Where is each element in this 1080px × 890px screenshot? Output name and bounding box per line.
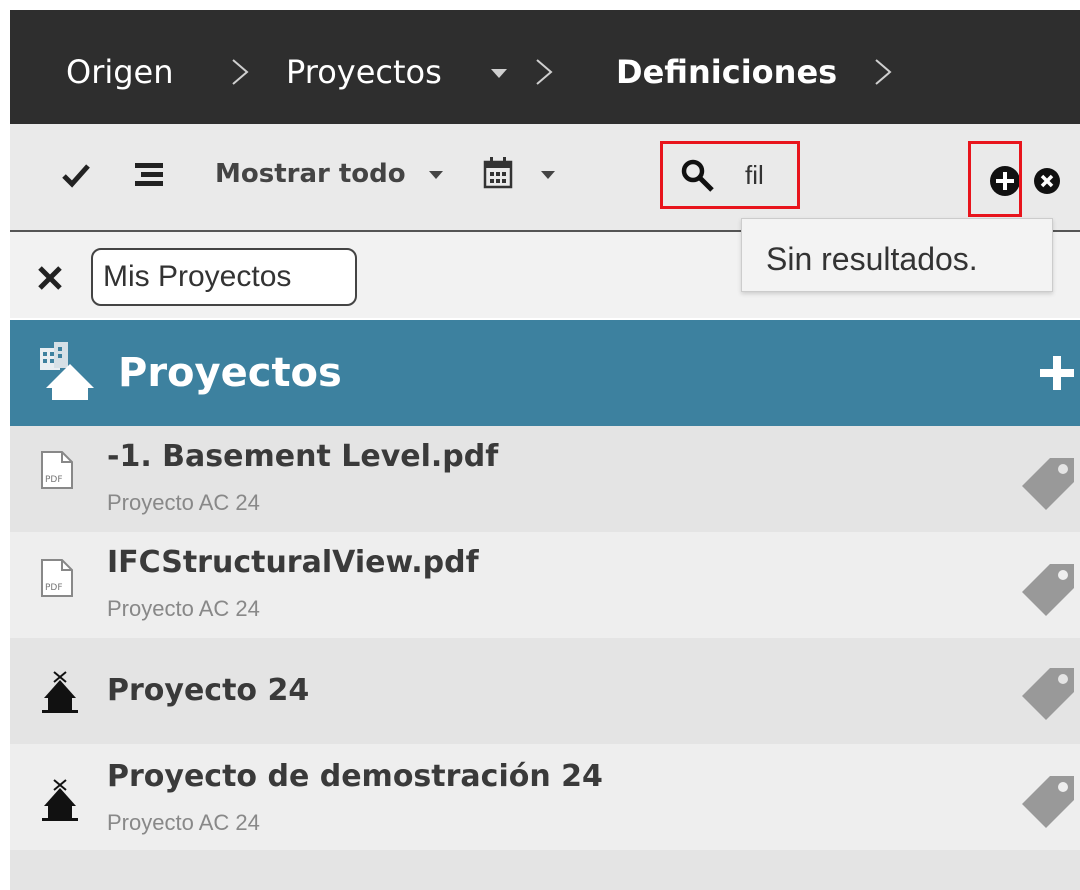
section-title: Proyectos	[118, 350, 342, 396]
pdf-file-icon: PDF	[41, 451, 73, 489]
close-icon[interactable]	[37, 265, 63, 291]
add-highlight	[968, 141, 1022, 217]
caret-down-icon[interactable]	[540, 170, 556, 180]
breadcrumb-proyectos[interactable]: Proyectos	[286, 52, 442, 92]
pdf-file-icon: PDF	[41, 559, 73, 597]
item-subtitle: Proyecto AC 24	[107, 810, 260, 835]
breadcrumb-bar: Origen Proyectos Definiciones	[10, 10, 1080, 124]
caret-down-icon[interactable]	[428, 170, 444, 180]
list-menu-icon[interactable]	[133, 161, 165, 189]
project-house-icon	[42, 671, 78, 713]
list-item[interactable]: Proyecto 24	[10, 638, 1080, 744]
toolbar: Mostrar todo	[10, 124, 1080, 232]
checkmark-icon[interactable]	[60, 160, 92, 190]
item-title[interactable]: Proyecto de demostración 24	[107, 758, 603, 796]
project-house-icon	[42, 779, 78, 821]
add-icon[interactable]	[1040, 356, 1074, 390]
breadcrumb-origen[interactable]: Origen	[66, 52, 174, 92]
section-header: Proyectos	[10, 320, 1080, 426]
svg-text:PDF: PDF	[45, 475, 63, 485]
tag-icon[interactable]	[1020, 666, 1076, 722]
breadcrumb-definiciones[interactable]: Definiciones	[616, 52, 837, 92]
show-all-dropdown[interactable]: Mostrar todo	[215, 157, 406, 191]
list-item	[10, 850, 1080, 890]
item-title[interactable]: IFCStructuralView.pdf	[107, 544, 479, 582]
item-subtitle: Proyecto AC 24	[107, 596, 260, 621]
svg-text:PDF: PDF	[45, 583, 63, 593]
list-item[interactable]: Proyecto de demostración 24 Proyecto AC …	[10, 744, 1080, 850]
no-results-tooltip: Sin resultados.	[741, 218, 1053, 292]
filter-chip-mis-proyectos[interactable]: Mis Proyectos	[91, 248, 357, 306]
tag-icon[interactable]	[1020, 774, 1076, 830]
close-circle-icon[interactable]	[1032, 166, 1062, 196]
search-input[interactable]	[745, 155, 797, 195]
tag-icon[interactable]	[1020, 456, 1076, 512]
item-title[interactable]: Proyecto 24	[107, 672, 309, 710]
item-subtitle: Proyecto AC 24	[107, 490, 260, 515]
list-item[interactable]: PDF -1. Basement Level.pdf Proyecto AC 2…	[10, 426, 1080, 532]
caret-down-icon[interactable]	[490, 68, 508, 80]
list-item[interactable]: PDF IFCStructuralView.pdf Proyecto AC 24	[10, 532, 1080, 638]
chevron-right-icon	[875, 59, 892, 85]
chevron-right-icon	[536, 59, 553, 85]
calendar-icon[interactable]	[482, 156, 514, 190]
item-title[interactable]: -1. Basement Level.pdf	[107, 438, 498, 476]
projects-icon	[40, 342, 94, 400]
chevron-right-icon	[232, 59, 249, 85]
tag-icon[interactable]	[1020, 562, 1076, 618]
